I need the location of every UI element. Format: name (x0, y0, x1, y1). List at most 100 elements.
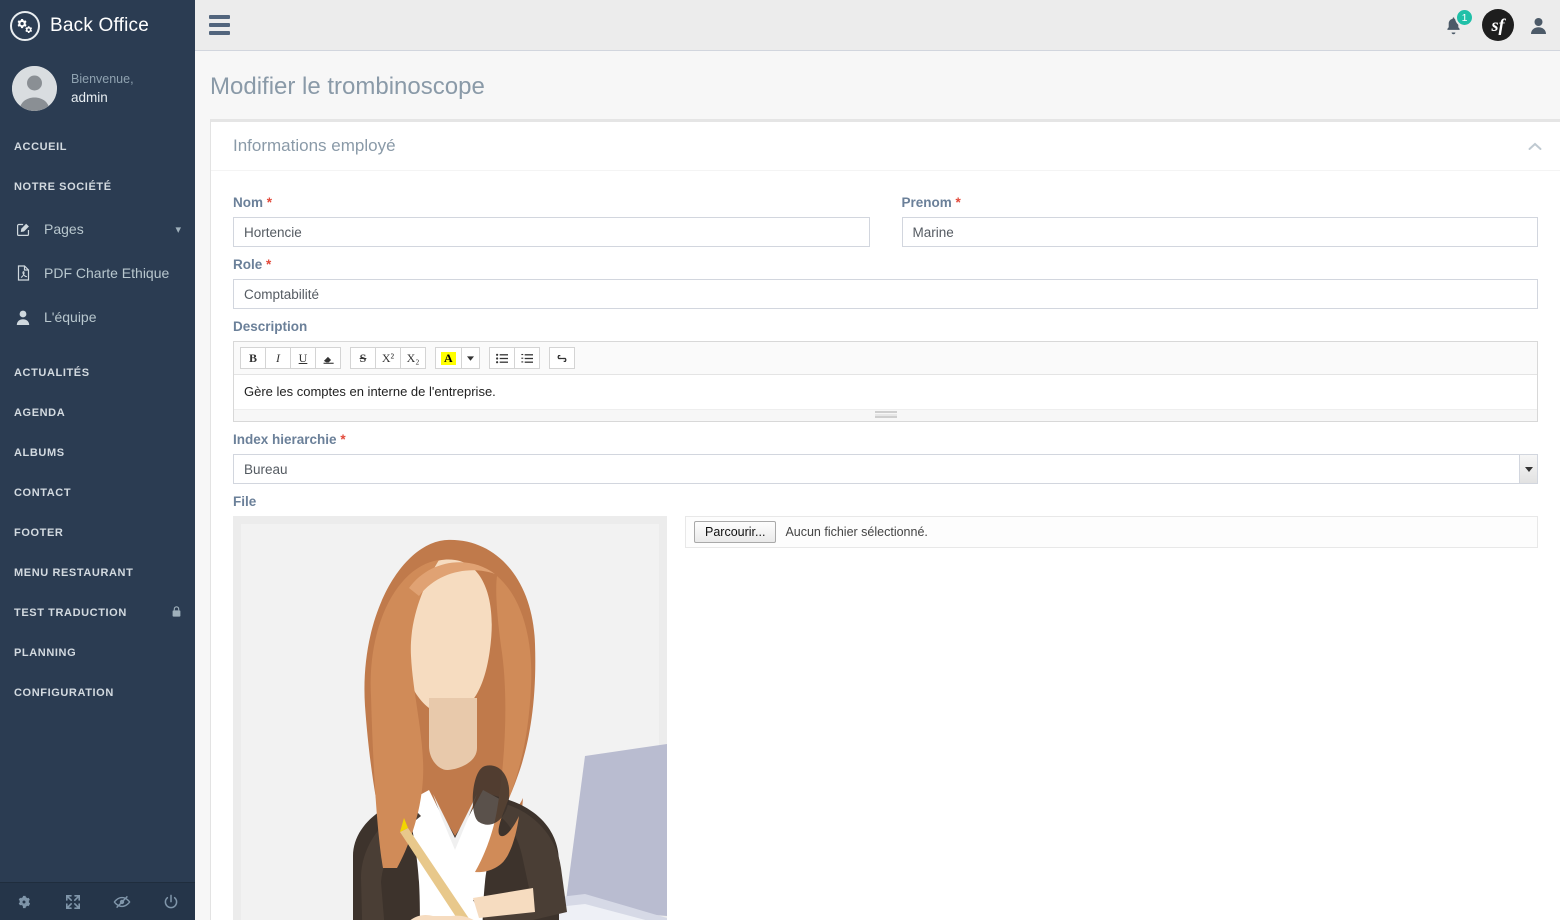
label-role: Role * (233, 257, 1538, 272)
user-icon[interactable] (1530, 17, 1548, 34)
pdf-file-icon (14, 265, 32, 281)
sidebar-label: CONFIGURATION (14, 687, 114, 699)
gear-icon[interactable] (0, 883, 49, 920)
role-input[interactable] (233, 279, 1538, 309)
text-color-button[interactable]: A (435, 347, 462, 369)
eye-slash-icon[interactable] (98, 883, 147, 920)
sidebar-header-actualites[interactable]: ACTUALITÉS (0, 353, 195, 393)
browse-button[interactable]: Parcourir... (694, 521, 776, 543)
user-greeting: Bienvenue, (71, 70, 134, 88)
superscript-button[interactable]: X² (375, 347, 401, 369)
sidebar-header-accueil[interactable]: ACCUEIL (0, 127, 195, 167)
label-prenom-text: Prenom (902, 195, 952, 210)
text-color-dropdown[interactable] (461, 347, 480, 369)
file-row: Parcourir... Aucun fichier sélectionné. (233, 516, 1538, 920)
label-role-text: Role (233, 257, 262, 272)
app-root: Back Office Bienvenue, admin ACCUEIL NOT… (0, 0, 1560, 920)
user-name: admin (71, 88, 134, 108)
italic-button[interactable]: I (265, 347, 291, 369)
resize-grip-icon[interactable] (875, 411, 897, 418)
expand-arrows-icon[interactable] (49, 883, 98, 920)
row-nom-prenom: Nom * Prenom * (233, 185, 1538, 247)
sidebar-item-pdf-charte-ethique[interactable]: PDF Charte Ethique (0, 251, 195, 295)
user-panel[interactable]: Bienvenue, admin (0, 52, 195, 127)
sidebar-label: ALBUMS (14, 447, 65, 459)
label-nom-text: Nom (233, 195, 263, 210)
remove-format-button[interactable] (315, 347, 341, 369)
editor-group-link (549, 347, 575, 369)
label-index-hierarchie-text: Index hierarchie (233, 432, 337, 447)
content-area: Modifier le trombinoscope Informations e… (195, 51, 1560, 920)
editor-group-style: B I U (240, 347, 341, 369)
sidebar-label: CONTACT (14, 487, 71, 499)
topbar: 1 sf (195, 0, 1560, 51)
label-index-hierarchie: Index hierarchie * (233, 432, 1538, 447)
sidebar-label: AGENDA (14, 407, 65, 419)
sidebar-nav: ACCUEIL NOTRE SOCIÉTÉ Pages ▾ (0, 127, 195, 713)
sidebar-label: FOOTER (14, 527, 63, 539)
chevron-down-icon[interactable] (1519, 455, 1537, 483)
field-prenom: Prenom * (886, 185, 1539, 247)
panel-title: Informations employé (233, 136, 396, 156)
brand-title: Back Office (50, 15, 149, 37)
link-button[interactable] (549, 347, 575, 369)
sidebar-header-menu-restaurant[interactable]: MENU RESTAURANT (0, 553, 195, 593)
editor-group-lists (489, 347, 540, 369)
field-nom: Nom * (233, 185, 886, 247)
main-area: 1 sf Modifier le trombinoscope Informati… (195, 0, 1560, 920)
required-marker: * (956, 195, 961, 210)
symfony-logo[interactable]: sf (1482, 9, 1514, 41)
panel-header: Informations employé (211, 122, 1560, 171)
employee-info-panel: Informations employé Nom * (210, 119, 1560, 920)
brand[interactable]: Back Office (0, 0, 195, 52)
sidebar-label: ACTUALITÉS (14, 367, 90, 379)
required-marker: * (340, 432, 345, 447)
strikethrough-button[interactable]: S (350, 347, 376, 369)
power-off-icon[interactable] (146, 883, 195, 920)
sidebar-item-label: PDF Charte Ethique (44, 265, 181, 281)
prenom-input[interactable] (902, 217, 1539, 247)
ordered-list-button[interactable] (514, 347, 540, 369)
person-icon (14, 310, 32, 325)
underline-button[interactable]: U (290, 347, 316, 369)
nom-input[interactable] (233, 217, 870, 247)
sidebar-header-agenda[interactable]: AGENDA (0, 393, 195, 433)
field-file: File (233, 494, 1538, 920)
field-role: Role * (233, 257, 1538, 309)
editor-toolbar: B I U (234, 342, 1537, 375)
sidebar: Back Office Bienvenue, admin ACCUEIL NOT… (0, 0, 195, 920)
sidebar-item-label: Pages (44, 221, 163, 237)
sidebar-label: ACCUEIL (14, 141, 67, 153)
label-file: File (233, 494, 1538, 509)
lock-icon (172, 606, 181, 620)
label-nom: Nom * (233, 195, 870, 210)
sidebar-header-planning[interactable]: PLANNING (0, 633, 195, 673)
description-editor-body[interactable]: Gère les comptes en interne de l'entrepr… (234, 375, 1537, 409)
index-hierarchie-select[interactable] (233, 454, 1538, 484)
hamburger-icon[interactable] (209, 11, 230, 39)
text-color-swatch: A (441, 352, 456, 365)
sidebar-header-contact[interactable]: CONTACT (0, 473, 195, 513)
sidebar-header-configuration[interactable]: CONFIGURATION (0, 673, 195, 713)
required-marker: * (267, 195, 272, 210)
file-input-column: Parcourir... Aucun fichier sélectionné. (685, 516, 1538, 548)
subscript-button[interactable]: X₂ (400, 347, 426, 369)
photo-preview (233, 516, 667, 920)
sidebar-header-albums[interactable]: ALBUMS (0, 433, 195, 473)
sidebar-item-lequipe[interactable]: L'équipe (0, 295, 195, 339)
unordered-list-button[interactable] (489, 347, 515, 369)
sidebar-spacer (0, 339, 195, 353)
required-marker: * (266, 257, 271, 272)
sidebar-header-notre-societe[interactable]: NOTRE SOCIÉTÉ (0, 167, 195, 207)
chevron-down-icon: ▾ (175, 223, 181, 236)
editor-resize-bar (234, 409, 1537, 421)
bold-button[interactable]: B (240, 347, 266, 369)
sidebar-label: PLANNING (14, 647, 76, 659)
sidebar-item-pages[interactable]: Pages ▾ (0, 207, 195, 251)
index-hierarchie-select-wrap (233, 454, 1538, 484)
notifications-button[interactable]: 1 (1440, 10, 1466, 40)
chevron-up-icon[interactable] (1528, 139, 1542, 154)
sidebar-header-footer[interactable]: FOOTER (0, 513, 195, 553)
file-picker[interactable]: Parcourir... Aucun fichier sélectionné. (685, 516, 1538, 548)
sidebar-header-test-traduction[interactable]: TEST TRADUCTION (0, 593, 195, 633)
